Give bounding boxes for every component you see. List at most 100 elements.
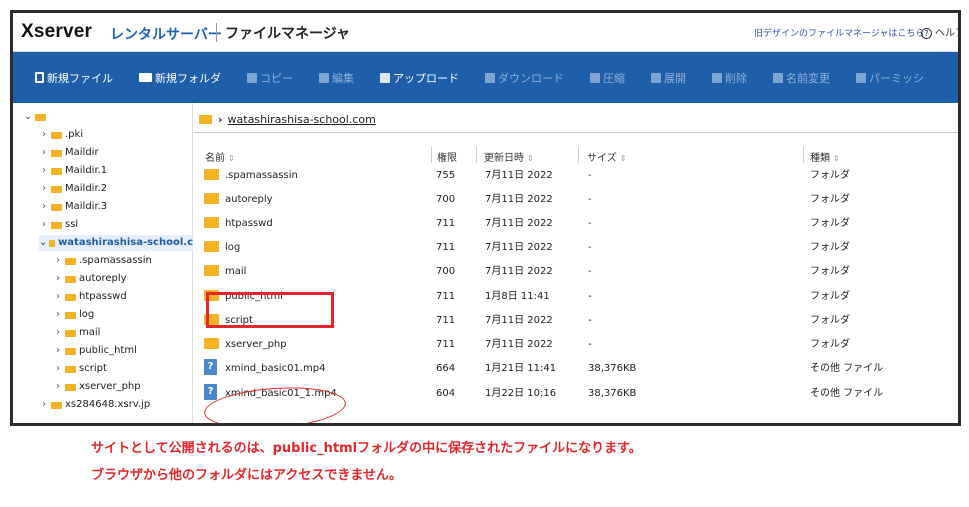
folder-icon [65, 329, 76, 337]
pencil-icon [319, 72, 329, 83]
extract-icon [651, 72, 661, 83]
file-size: - [588, 242, 592, 253]
table-row[interactable]: htpasswd 711 7月11日 2022 - フォルダ [199, 212, 958, 236]
edit-button[interactable]: 編集 [319, 70, 354, 86]
column-header-name[interactable]: 名前 ⇕ [205, 149, 235, 164]
compress-label: 圧縮 [603, 71, 625, 85]
tree-item-domain[interactable]: ⌄ watashirashisa-school.c [39, 235, 193, 251]
tree-item-pki[interactable]: › .pki [39, 127, 83, 143]
file-name: mail [225, 266, 247, 277]
file-size: - [588, 339, 592, 350]
tree-item-label: Maildir.2 [65, 183, 108, 194]
folder-icon [204, 168, 219, 180]
chevron-down-icon: ⌄ [39, 237, 48, 248]
tree-item-xserver-php[interactable]: › xserver_php [53, 379, 141, 395]
column-header-size[interactable]: サイズ ⇕ [587, 149, 626, 164]
tree-item-xsrv-domain[interactable]: › xs284648.xsrv.jp [39, 397, 150, 413]
tree-item-maildir-3[interactable]: › Maildir.3 [39, 199, 107, 215]
app-header: Xserver レンタルサーバー ファイルマネージャ 旧デザインのファイルマネー… [13, 13, 958, 52]
compress-icon [590, 72, 600, 83]
tree-item-log[interactable]: › log [53, 307, 94, 323]
file-size: - [588, 218, 592, 229]
old-design-link[interactable]: 旧デザインのファイルマネージャはこちら [754, 26, 924, 39]
file-name: log [225, 242, 241, 253]
upload-label: アップロード [393, 71, 459, 85]
table-row[interactable]: mail 700 7月11日 2022 - フォルダ [199, 260, 958, 284]
copy-icon [247, 72, 257, 83]
tree-item-maildir[interactable]: › Maildir [39, 145, 99, 161]
permission-label: パーミッシ [869, 71, 924, 85]
page-title: ファイルマネージャ [225, 26, 351, 42]
chevron-right-icon: › [56, 273, 60, 284]
tree-item-autoreply[interactable]: › autoreply [53, 271, 127, 287]
table-row[interactable]: xserver_php 711 7月11日 2022 - フォルダ [199, 333, 958, 357]
delete-button[interactable]: 削除 [712, 70, 747, 86]
breadcrumb-current[interactable]: watashirashisa-school.com [228, 113, 376, 126]
file-name: autoreply [225, 194, 273, 205]
file-permission: 604 [436, 388, 456, 399]
tree-item-spamassassin[interactable]: › .spamassassin [53, 253, 152, 269]
download-button[interactable]: ダウンロード [485, 70, 564, 86]
permission-icon [856, 72, 866, 83]
new-folder-button[interactable]: 新規フォルダ [139, 70, 221, 86]
table-row[interactable]: ? xmind_basic01.mp4 664 1月21日 11:41 38,37… [199, 357, 958, 381]
column-header-label: 名前 [205, 153, 225, 164]
file-name: htpasswd [225, 218, 273, 229]
file-date: 1月21日 11:41 [485, 363, 557, 374]
unknown-file-icon: ? [204, 384, 217, 400]
chevron-right-icon: › [56, 309, 60, 320]
file-permission: 711 [436, 339, 456, 350]
extract-button[interactable]: 展開 [651, 70, 686, 86]
tree-item-ssl[interactable]: › ssl [39, 217, 78, 233]
table-row[interactable]: .spamassassin 755 7月11日 2022 - フォルダ [199, 164, 958, 188]
chevron-right-icon: › [56, 255, 60, 266]
new-file-label: 新規ファイル [47, 71, 113, 85]
column-header-permission[interactable]: 権限 [437, 149, 457, 164]
rename-label: 名前変更 [786, 71, 830, 85]
permission-button[interactable]: パーミッシ [856, 70, 924, 86]
file-size: 38,376KB [588, 363, 637, 374]
file-type: フォルダ [810, 242, 850, 253]
tree-item-htpasswd[interactable]: › htpasswd [53, 289, 127, 305]
tree-item-mail[interactable]: › mail [53, 325, 100, 341]
tree-root[interactable]: ⌄ [23, 109, 49, 125]
file-permission: 711 [436, 242, 456, 253]
sort-icon: ⇕ [527, 154, 534, 163]
tree-item-label: htpasswd [79, 291, 127, 302]
folder-icon [51, 131, 62, 139]
file-size: 38,376KB [588, 388, 637, 399]
table-row[interactable]: autoreply 700 7月11日 2022 - フォルダ [199, 188, 958, 212]
tree-item-label: mail [79, 327, 101, 338]
table-row[interactable]: log 711 7月11日 2022 - フォルダ [199, 236, 958, 260]
file-type: フォルダ [810, 218, 850, 229]
tree-item-label: Maildir [65, 147, 99, 158]
copy-button[interactable]: コピー [247, 70, 293, 86]
folder-icon [204, 337, 219, 349]
brand-subtitle: レンタルサーバー [110, 27, 222, 43]
column-header-type[interactable]: 種類 ⇕ [810, 149, 840, 164]
compress-button[interactable]: 圧縮 [590, 70, 625, 86]
sort-icon: ⇕ [228, 154, 235, 163]
divider [194, 132, 958, 133]
file-manager-window: Xserver レンタルサーバー ファイルマネージャ 旧デザインのファイルマネー… [10, 10, 961, 426]
rename-button[interactable]: 名前変更 [773, 70, 830, 86]
file-date: 7月11日 2022 [485, 315, 553, 326]
brand-logo: Xserver [21, 21, 93, 42]
tree-item-maildir-2[interactable]: › Maildir.2 [39, 181, 107, 197]
sort-icon: ⇕ [833, 154, 840, 163]
tree-item-script[interactable]: › script [53, 361, 107, 377]
folder-icon [199, 115, 212, 124]
folder-icon [51, 167, 62, 175]
unknown-file-icon: ? [204, 359, 217, 375]
tree-item-public-html[interactable]: › public_html [53, 343, 137, 359]
upload-button[interactable]: アップロード [380, 70, 459, 86]
folder-icon [65, 383, 76, 391]
new-file-button[interactable]: 新規ファイル [35, 70, 113, 86]
file-size: - [588, 266, 592, 277]
column-header-date[interactable]: 更新日時 ⇕ [484, 149, 534, 164]
help-link[interactable]: ?ヘルプ [921, 24, 958, 39]
tree-item-maildir-1[interactable]: › Maildir.1 [39, 163, 107, 179]
chevron-right-icon: › [42, 165, 46, 176]
column-header-label: 更新日時 [484, 153, 524, 164]
chevron-right-icon: › [56, 363, 60, 374]
